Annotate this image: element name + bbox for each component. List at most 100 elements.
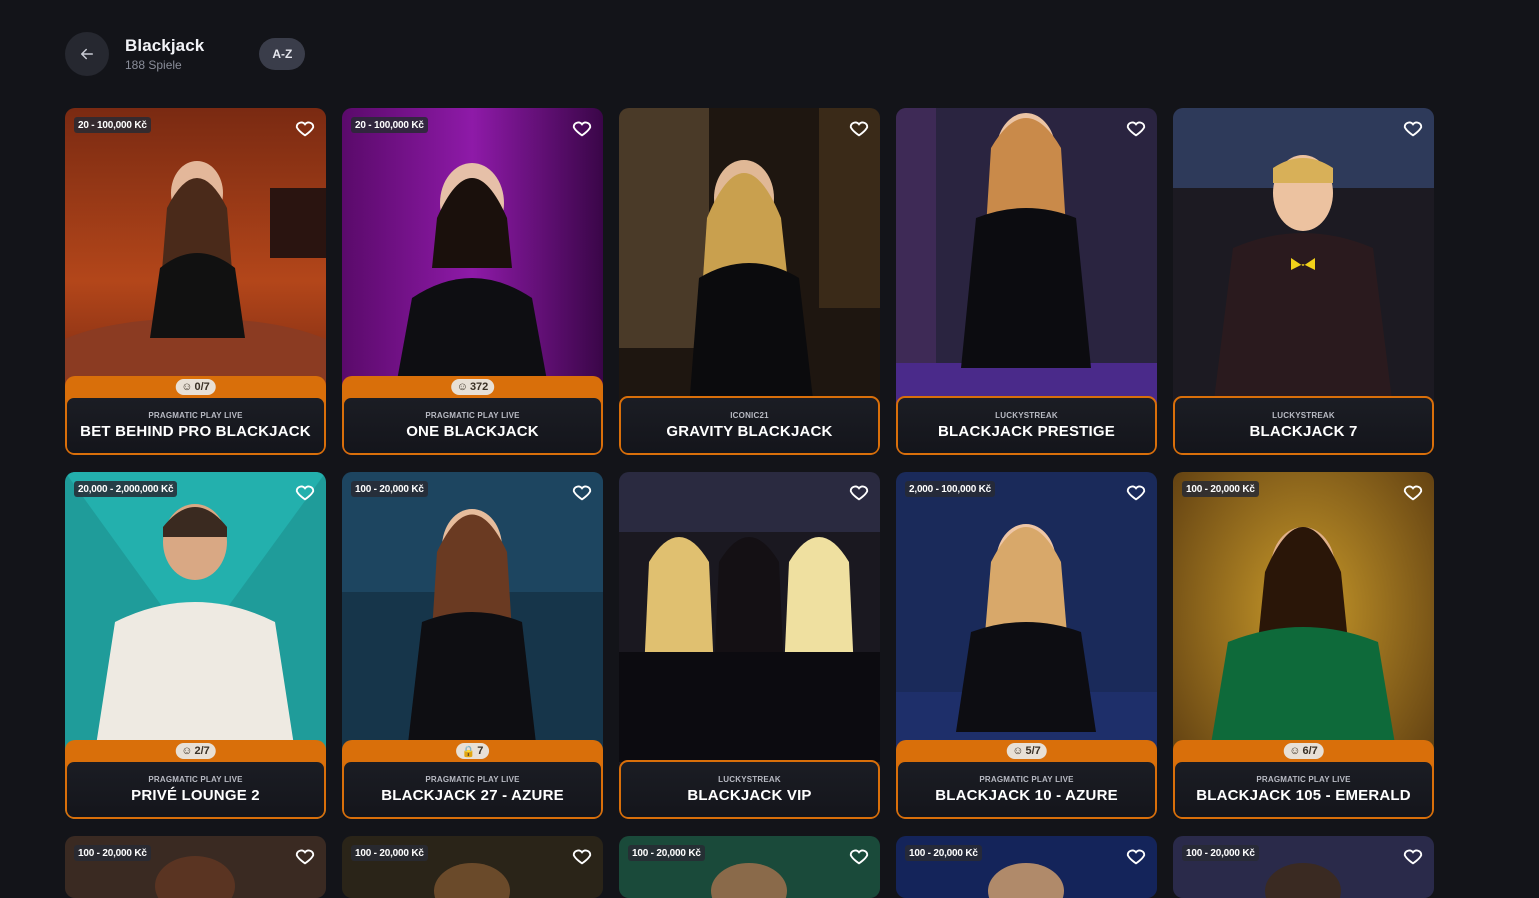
arrow-left-icon — [81, 48, 93, 60]
heart-icon — [1126, 121, 1146, 137]
page-header: Blackjack 188 Spiele A-Z — [65, 31, 306, 77]
game-card[interactable]: LUCKYSTREAK BLACKJACK PRESTIGE — [896, 108, 1157, 455]
lock-icon: 🔒 — [461, 745, 476, 758]
bet-limit-badge: 100 - 20,000 Kč — [628, 845, 705, 861]
heart-icon — [572, 849, 592, 865]
heart-icon — [1403, 849, 1423, 865]
favorite-button[interactable] — [1401, 844, 1425, 868]
heart-icon — [295, 849, 315, 865]
provider-name: PRAGMATIC PLAY LIVE — [425, 411, 520, 420]
game-grid: 20 - 100,000 Kč ☺ 0/7 PRAGMATIC PLAY LIVE… — [65, 108, 1434, 898]
game-info: PRAGMATIC PLAY LIVE BLACKJACK 27 - AZURE — [342, 760, 603, 819]
game-title: BLACKJACK 7 — [1249, 423, 1358, 440]
game-info: LUCKYSTREAK BLACKJACK PRESTIGE — [896, 396, 1157, 455]
game-card[interactable]: 100 - 20,000 Kč — [1173, 836, 1434, 898]
favorite-button[interactable] — [570, 844, 594, 868]
heart-icon — [849, 121, 869, 137]
heart-icon — [1403, 121, 1423, 137]
bet-limit-badge: 100 - 20,000 Kč — [74, 845, 151, 861]
game-title: BLACKJACK 27 - AZURE — [381, 787, 564, 804]
back-button[interactable] — [65, 32, 109, 76]
seat-icon: ☺ — [1012, 745, 1024, 757]
provider-name: PRAGMATIC PLAY LIVE — [148, 775, 243, 784]
game-card[interactable]: LUCKYSTREAK BLACKJACK VIP — [619, 472, 880, 819]
bet-limit-badge: 100 - 20,000 Kč — [1182, 481, 1259, 497]
favorite-button[interactable] — [1401, 480, 1425, 504]
bet-limit-badge: 100 - 20,000 Kč — [905, 845, 982, 861]
bet-limit-badge: 100 - 20,000 Kč — [1182, 845, 1259, 861]
heart-icon — [1126, 485, 1146, 501]
provider-name: PRAGMATIC PLAY LIVE — [1256, 775, 1351, 784]
seat-icon: ☺ — [181, 745, 193, 757]
heart-icon — [572, 121, 592, 137]
favorite-button[interactable] — [847, 480, 871, 504]
game-info: ICONIC21 GRAVITY BLACKJACK — [619, 396, 880, 455]
game-card[interactable]: 100 - 20,000 Kč — [65, 836, 326, 898]
game-title: ONE BLACKJACK — [406, 423, 539, 440]
game-count: 188 Spiele — [125, 58, 182, 72]
game-title: BLACKJACK 10 - AZURE — [935, 787, 1118, 804]
favorite-button[interactable] — [1401, 116, 1425, 140]
heart-icon — [295, 485, 315, 501]
bet-limit-badge: 20 - 100,000 Kč — [74, 117, 151, 133]
game-card[interactable]: 20,000 - 2,000,000 Kč ☺ 2/7 PRAGMATIC PLA… — [65, 472, 326, 819]
sort-az-button[interactable]: A-Z — [259, 38, 306, 70]
seat-icon: ☺ — [181, 381, 193, 393]
favorite-button[interactable] — [1124, 480, 1148, 504]
game-title: BLACKJACK PRESTIGE — [938, 423, 1115, 440]
favorite-button[interactable] — [847, 116, 871, 140]
favorite-button[interactable] — [1124, 844, 1148, 868]
provider-name: LUCKYSTREAK — [718, 775, 781, 784]
favorite-button[interactable] — [293, 116, 317, 140]
page-title: Blackjack — [125, 36, 205, 55]
favorite-button[interactable] — [293, 480, 317, 504]
seat-count: 🔒 7 — [455, 743, 490, 759]
bet-limit-badge: 100 - 20,000 Kč — [351, 845, 428, 861]
bet-limit-badge: 2,000 - 100,000 Kč — [905, 481, 996, 497]
game-card[interactable]: ICONIC21 GRAVITY BLACKJACK — [619, 108, 880, 455]
provider-name: PRAGMATIC PLAY LIVE — [148, 411, 243, 420]
game-card[interactable]: LUCKYSTREAK BLACKJACK 7 — [1173, 108, 1434, 455]
heart-icon — [295, 121, 315, 137]
game-card[interactable]: 100 - 20,000 Kč ☺ 6/7 PRAGMATIC PLAY LIVE… — [1173, 472, 1434, 819]
bet-limit-badge: 20 - 100,000 Kč — [351, 117, 428, 133]
heart-icon — [1126, 849, 1146, 865]
favorite-button[interactable] — [570, 116, 594, 140]
game-info: LUCKYSTREAK BLACKJACK 7 — [1173, 396, 1434, 455]
game-info: LUCKYSTREAK BLACKJACK VIP — [619, 760, 880, 819]
provider-name: PRAGMATIC PLAY LIVE — [979, 775, 1074, 784]
bet-limit-badge: 20,000 - 2,000,000 Kč — [74, 481, 178, 497]
game-title: BET BEHIND PRO BLACKJACK — [80, 423, 311, 440]
favorite-button[interactable] — [1124, 116, 1148, 140]
seat-count: ☺ 0/7 — [175, 379, 216, 395]
seat-count: ☺ 372 — [450, 379, 495, 395]
favorite-button[interactable] — [293, 844, 317, 868]
bet-limit-badge: 100 - 20,000 Kč — [351, 481, 428, 497]
game-card[interactable]: 100 - 20,000 Kč — [619, 836, 880, 898]
game-card[interactable]: 20 - 100,000 Kč ☺ 372 PRAGMATIC PLAY LIVE… — [342, 108, 603, 455]
favorite-button[interactable] — [570, 480, 594, 504]
game-title: BLACKJACK 105 - EMERALD — [1196, 787, 1411, 804]
game-info: PRAGMATIC PLAY LIVE PRIVÉ LOUNGE 2 — [65, 760, 326, 819]
game-card[interactable]: 2,000 - 100,000 Kč ☺ 5/7 PRAGMATIC PLAY L… — [896, 472, 1157, 819]
game-title: BLACKJACK VIP — [687, 787, 812, 804]
game-card[interactable]: 100 - 20,000 Kč — [896, 836, 1157, 898]
heart-icon — [1403, 485, 1423, 501]
title-block: Blackjack 188 Spiele — [125, 36, 204, 72]
heart-icon — [849, 485, 869, 501]
game-card[interactable]: 100 - 20,000 Kč 🔒 7 PRAGMATIC PLAY LIVE B… — [342, 472, 603, 819]
game-card[interactable]: 20 - 100,000 Kč ☺ 0/7 PRAGMATIC PLAY LIVE… — [65, 108, 326, 455]
game-info: PRAGMATIC PLAY LIVE ONE BLACKJACK — [342, 396, 603, 455]
provider-name: LUCKYSTREAK — [995, 411, 1058, 420]
heart-icon — [572, 485, 592, 501]
game-card[interactable]: 100 - 20,000 Kč — [342, 836, 603, 898]
seat-count: ☺ 2/7 — [175, 743, 216, 759]
provider-name: LUCKYSTREAK — [1272, 411, 1335, 420]
heart-icon — [849, 849, 869, 865]
game-info: PRAGMATIC PLAY LIVE BLACKJACK 10 - AZURE — [896, 760, 1157, 819]
seat-count: ☺ 6/7 — [1283, 743, 1324, 759]
seat-icon: ☺ — [1289, 745, 1301, 757]
favorite-button[interactable] — [847, 844, 871, 868]
seat-icon: ☺ — [456, 381, 468, 393]
seat-count: ☺ 5/7 — [1006, 743, 1047, 759]
